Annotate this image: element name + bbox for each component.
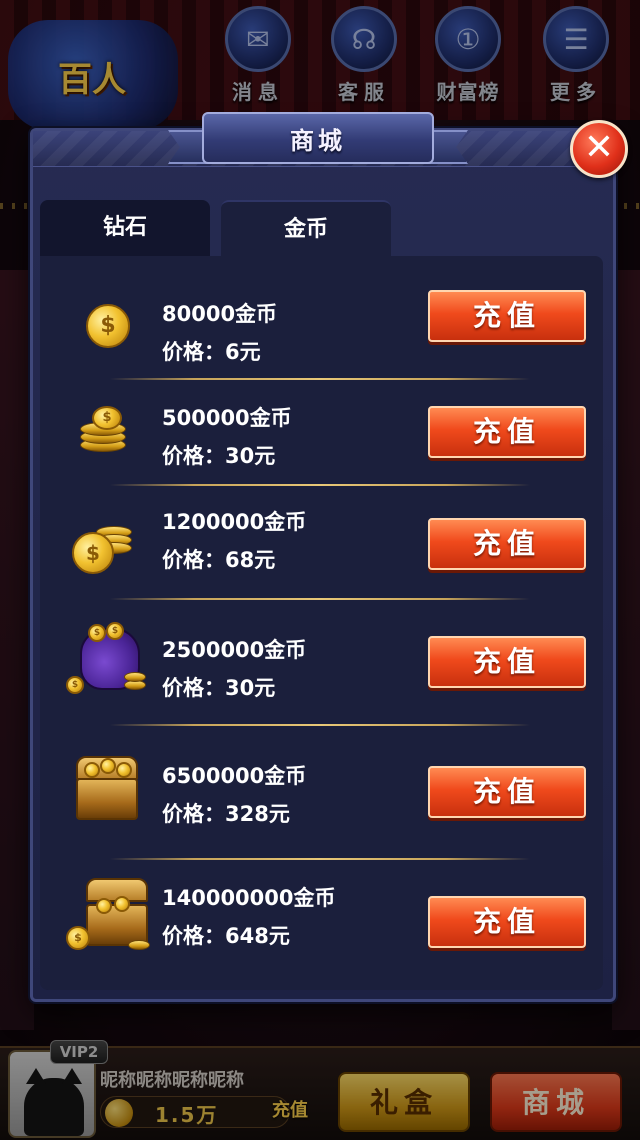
treasure-chest-icon xyxy=(66,748,150,832)
product-amount: 140000000金币 xyxy=(162,886,336,910)
product-price: 价格：648元 xyxy=(162,924,290,948)
product-amount: 2500000金币 xyxy=(162,638,307,662)
recharge-button[interactable]: 充值 xyxy=(428,766,586,818)
product-price: 价格：30元 xyxy=(162,676,276,700)
divider xyxy=(110,724,530,726)
recharge-button[interactable]: 充值 xyxy=(428,290,586,342)
single-coin-icon: $ xyxy=(66,284,150,368)
product-price: 价格：68元 xyxy=(162,548,276,572)
product-amount: 500000金币 xyxy=(162,406,292,430)
product-price: 价格：30元 xyxy=(162,444,276,468)
product-amount: 1200000金币 xyxy=(162,510,307,534)
coin-bag-icon: $ $ $ xyxy=(66,616,150,700)
divider xyxy=(110,378,530,380)
dialog-title: 商城 xyxy=(290,126,346,155)
tab-diamonds[interactable]: 钻石 xyxy=(40,200,210,256)
recharge-button[interactable]: 充值 xyxy=(428,518,586,570)
open-treasure-chest-icon: $ xyxy=(66,878,150,962)
ribbon-banner: 商城 xyxy=(202,112,434,164)
recharge-button[interactable]: 充值 xyxy=(428,636,586,688)
close-icon: ✕ xyxy=(583,127,615,168)
recharge-button[interactable]: 充值 xyxy=(428,896,586,948)
product-amount: 80000金币 xyxy=(162,302,278,326)
product-list: $ 80000金币 价格：6元 充值 $ 500000金币 价格：30元 充值 … xyxy=(40,256,603,990)
divider xyxy=(110,858,530,860)
divider xyxy=(110,598,530,600)
divider xyxy=(110,484,530,486)
coin-pile-icon: $ xyxy=(66,502,150,586)
product-price: 价格：328元 xyxy=(162,802,290,826)
tab-gold-coins[interactable]: 金币 xyxy=(221,200,391,256)
dialog-title-ribbon: 商城 xyxy=(168,112,468,174)
coin-stack-icon: $ xyxy=(66,390,150,474)
product-price: 价格：6元 xyxy=(162,340,261,364)
product-amount: 6500000金币 xyxy=(162,764,307,788)
close-button[interactable]: ✕ xyxy=(570,120,628,178)
recharge-button[interactable]: 充值 xyxy=(428,406,586,458)
